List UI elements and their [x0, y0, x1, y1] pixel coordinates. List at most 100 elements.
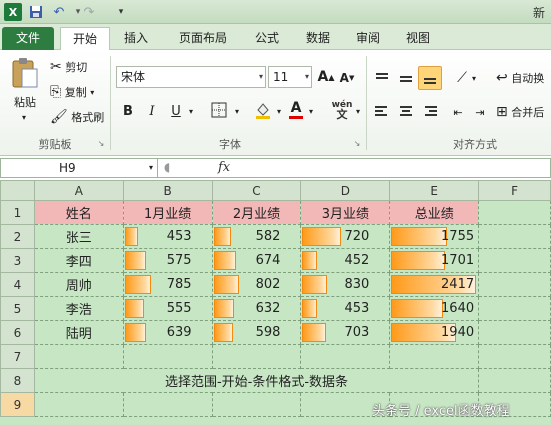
value-cell[interactable]: 632 — [211, 296, 302, 321]
total-cell[interactable]: 1755 — [389, 224, 480, 249]
font-color-dropdown-icon[interactable]: ▾ — [306, 102, 316, 120]
row-header[interactable]: 4 — [0, 272, 35, 297]
column-header[interactable]: E — [389, 180, 480, 201]
cell[interactable] — [478, 344, 551, 369]
value-cell[interactable]: 720 — [300, 224, 391, 249]
row-header[interactable]: 9 — [0, 392, 35, 417]
font-name-select[interactable]: 宋体 ▾ — [116, 66, 266, 88]
paste-button[interactable]: 粘贴 — [6, 94, 44, 110]
tab-file[interactable]: 文件 — [2, 27, 54, 50]
wrap-text-button[interactable]: ↩ 自动换 — [496, 68, 551, 88]
cell[interactable] — [478, 200, 551, 225]
cell[interactable] — [33, 392, 124, 417]
customize-quick-access-icon[interactable]: ▾ — [116, 3, 126, 21]
value-cell[interactable]: 802 — [211, 272, 302, 297]
excel-logo-icon[interactable]: X — [4, 3, 22, 21]
name-cell[interactable]: 李浩 — [33, 296, 124, 321]
worksheet-grid[interactable]: A B C D E F 1 姓名 1月业绩 2月业绩 3月业绩 总业绩 2 张三… — [0, 180, 551, 425]
font-launcher-icon[interactable]: ↘ — [352, 138, 362, 148]
save-icon[interactable] — [28, 3, 44, 21]
row-header[interactable]: 5 — [0, 296, 35, 321]
header-cell[interactable]: 1月业绩 — [122, 200, 213, 225]
cell[interactable] — [478, 224, 551, 249]
value-cell[interactable]: 452 — [300, 248, 391, 273]
grow-font-icon[interactable]: A ▲ — [318, 68, 335, 86]
value-cell[interactable]: 639 — [122, 320, 213, 345]
shrink-font-icon[interactable]: A ▼ — [340, 70, 355, 86]
align-bottom-icon[interactable] — [418, 66, 442, 90]
font-size-select[interactable]: 11 ▾ — [268, 66, 312, 88]
cell[interactable] — [478, 368, 551, 393]
cell[interactable] — [478, 320, 551, 345]
column-header[interactable]: B — [122, 180, 213, 201]
value-cell[interactable]: 582 — [211, 224, 302, 249]
row-header[interactable]: 3 — [0, 248, 35, 273]
paste-icon[interactable] — [8, 56, 42, 90]
font-color-icon[interactable]: A — [288, 98, 304, 120]
row-header[interactable]: 1 — [0, 200, 35, 225]
underline-dropdown-icon[interactable]: ▾ — [186, 102, 196, 120]
cell[interactable] — [211, 392, 302, 417]
value-cell[interactable]: 453 — [122, 224, 213, 249]
formula-bar[interactable]: ◖ fx — [158, 158, 551, 178]
row-header[interactable]: 8 — [0, 368, 35, 393]
fill-color-icon[interactable] — [252, 100, 274, 120]
font-dropdown-icon[interactable]: ▾ — [259, 67, 263, 87]
header-cell[interactable]: 3月业绩 — [300, 200, 391, 225]
header-cell[interactable]: 总业绩 — [389, 200, 480, 225]
borders-dropdown-icon[interactable]: ▾ — [232, 102, 242, 120]
undo-icon[interactable]: ↶ — [50, 3, 68, 21]
cell[interactable] — [389, 344, 480, 369]
cell[interactable] — [211, 344, 302, 369]
value-cell[interactable]: 555 — [122, 296, 213, 321]
redo-icon[interactable]: ↷ — [80, 3, 98, 21]
row-header[interactable]: 2 — [0, 224, 35, 249]
copy-button[interactable]: ⎘ 复制 ▾ — [50, 83, 110, 101]
tab-review[interactable]: 审阅 — [350, 27, 386, 50]
tab-page-layout[interactable]: 页面布局 — [170, 27, 236, 50]
total-cell[interactable]: 1940 — [389, 320, 480, 345]
value-cell[interactable]: 598 — [211, 320, 302, 345]
tab-view[interactable]: 视图 — [400, 27, 436, 50]
insert-function-icon[interactable]: fx — [218, 159, 230, 177]
align-middle-icon[interactable] — [396, 68, 416, 88]
cell[interactable] — [478, 296, 551, 321]
value-cell[interactable]: 453 — [300, 296, 391, 321]
value-cell[interactable]: 785 — [122, 272, 213, 297]
cut-button[interactable]: ✂ 剪切 — [50, 58, 100, 76]
name-box-dropdown-icon[interactable]: ▾ — [149, 159, 153, 177]
tab-formulas[interactable]: 公式 — [248, 27, 286, 50]
name-cell[interactable]: 张三 — [33, 224, 124, 249]
tab-home[interactable]: 开始 — [60, 27, 110, 50]
borders-icon[interactable] — [208, 100, 230, 120]
row-header[interactable]: 6 — [0, 320, 35, 345]
header-cell[interactable]: 姓名 — [33, 200, 124, 225]
cell[interactable] — [300, 344, 391, 369]
cell[interactable] — [122, 344, 213, 369]
value-cell[interactable]: 703 — [300, 320, 391, 345]
merge-center-button[interactable]: ⊞ 合并后 — [496, 102, 551, 122]
name-box[interactable]: H9 ▾ — [0, 158, 158, 178]
tab-insert[interactable]: 插入 — [116, 27, 156, 50]
orientation-dropdown-icon[interactable]: ▾ — [470, 70, 478, 86]
align-left-icon[interactable] — [372, 102, 392, 122]
formula-bar-handle-icon[interactable]: ◖ — [164, 160, 170, 174]
column-header[interactable]: F — [478, 180, 551, 201]
align-right-icon[interactable] — [420, 102, 440, 122]
clipboard-launcher-icon[interactable]: ↘ — [96, 138, 106, 148]
header-cell[interactable]: 2月业绩 — [211, 200, 302, 225]
align-top-icon[interactable] — [372, 68, 392, 88]
cell[interactable] — [478, 248, 551, 273]
total-cell[interactable]: 2417 — [389, 272, 480, 297]
column-header[interactable]: C — [211, 180, 302, 201]
value-cell[interactable]: 674 — [211, 248, 302, 273]
name-cell[interactable]: 周帅 — [33, 272, 124, 297]
underline-button[interactable]: U — [168, 102, 184, 120]
select-all-corner[interactable] — [0, 180, 35, 201]
bold-button[interactable]: B — [120, 102, 136, 120]
tab-data[interactable]: 数据 — [300, 27, 336, 50]
name-cell[interactable]: 李四 — [33, 248, 124, 273]
format-painter-button[interactable]: 🖌 格式刷 — [50, 108, 112, 126]
total-cell[interactable]: 1640 — [389, 296, 480, 321]
align-center-icon[interactable] — [396, 102, 416, 122]
